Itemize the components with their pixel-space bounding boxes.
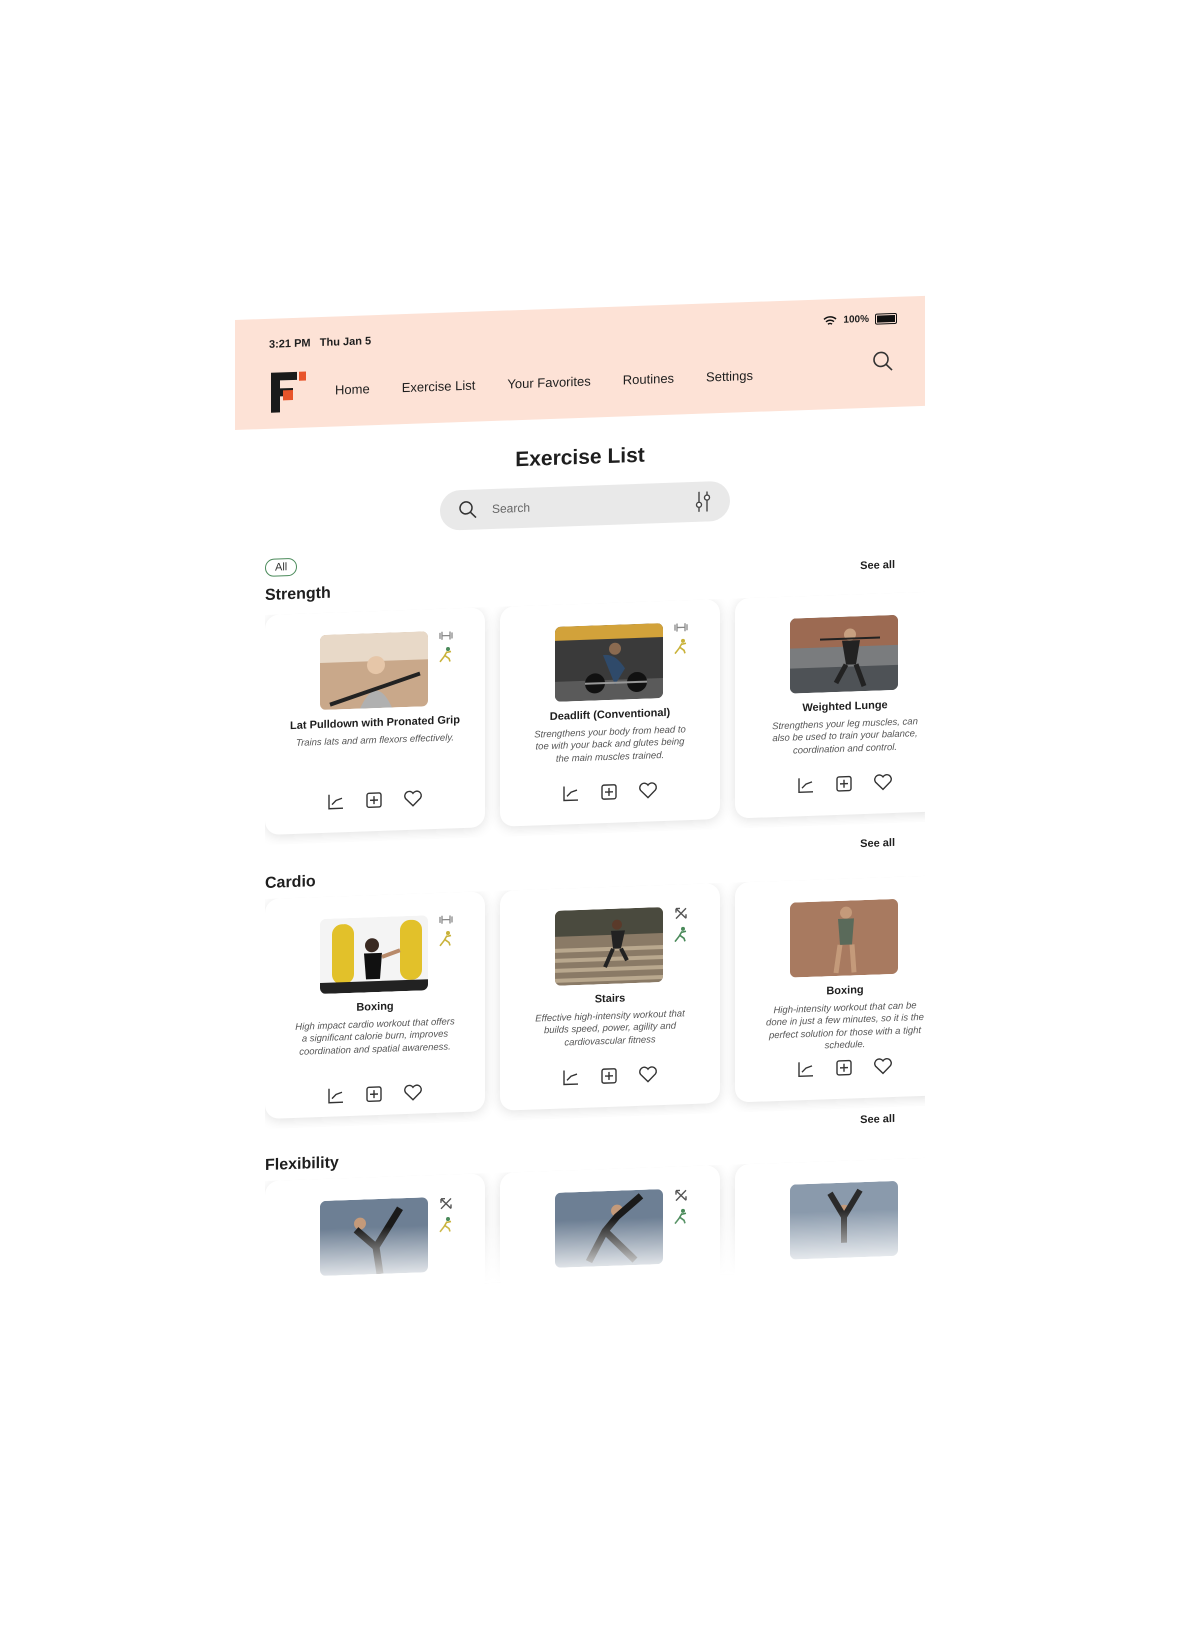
heart-icon[interactable] <box>873 773 893 792</box>
heart-icon[interactable] <box>873 1057 893 1076</box>
cardio-row: Boxing High impact cardio workout that o… <box>265 875 925 1129</box>
exercise-image <box>790 614 898 694</box>
search-placeholder: Search <box>492 500 531 517</box>
dumbbell-icon <box>439 631 453 640</box>
progress-chart-icon[interactable] <box>327 1086 345 1105</box>
card-actions <box>265 787 485 813</box>
add-to-routine-icon[interactable] <box>600 1067 618 1086</box>
crossed-arrows-icon <box>440 1197 452 1210</box>
top-header: 3:21 PM Thu Jan 5 100% Home Exercise Lis… <box>235 295 925 430</box>
see-all-strength[interactable]: See all <box>860 559 895 572</box>
progress-chart-icon[interactable] <box>797 776 815 795</box>
exercise-badges <box>439 914 453 947</box>
exercise-description: Trains lats and arm flexors effectively. <box>295 732 455 749</box>
exercise-badges <box>439 630 453 663</box>
exercise-badges <box>674 622 688 655</box>
nav-home[interactable]: Home <box>335 381 370 397</box>
nav-routines[interactable]: Routines <box>623 371 674 388</box>
add-to-routine-icon[interactable] <box>835 1058 853 1077</box>
nav-exercise-list[interactable]: Exercise List <box>402 378 476 396</box>
exercise-card[interactable]: Deadlift (Conventional) Strengthens your… <box>500 599 720 827</box>
card-actions <box>265 1081 485 1107</box>
see-all-cardio[interactable]: See all <box>860 837 895 850</box>
exercise-card[interactable]: Stairs Effective high-intensity workout … <box>500 883 720 1111</box>
search-icon[interactable] <box>871 349 895 374</box>
progress-chart-icon[interactable] <box>562 1068 580 1087</box>
exercise-name: Weighted Lunge <box>802 699 888 715</box>
progress-chart-icon[interactable] <box>562 784 580 803</box>
running-figure-icon <box>674 638 687 655</box>
dumbbell-icon <box>674 623 688 632</box>
exercise-name: Stairs <box>594 992 626 1006</box>
crossed-arrows-icon <box>675 907 687 920</box>
exercise-card[interactable]: Lat Pulldown with Pronated Grip Trains l… <box>265 607 485 835</box>
exercise-name: Boxing <box>826 984 864 998</box>
heart-icon[interactable] <box>638 781 658 800</box>
main-nav: Home Exercise List Your Favorites Routin… <box>335 368 753 398</box>
exercise-image <box>320 631 428 711</box>
add-to-routine-icon[interactable] <box>835 774 853 793</box>
progress-chart-icon[interactable] <box>327 792 345 811</box>
page-title: Exercise List <box>515 443 645 472</box>
exercise-card[interactable]: Weighted Lunge Strengthens your leg musc… <box>735 591 925 819</box>
heart-icon[interactable] <box>403 789 423 808</box>
running-figure-icon <box>674 926 687 943</box>
card-actions <box>735 771 925 797</box>
exercise-card[interactable]: Boxing High-intensity workout that can b… <box>735 875 925 1103</box>
app-logo[interactable] <box>269 369 309 414</box>
exercise-description: Strengthens your leg muscles, can also b… <box>772 716 918 757</box>
exercise-badges <box>674 906 688 943</box>
filter-chip-all[interactable]: All <box>265 557 298 577</box>
ipad-screen: 3:21 PM Thu Jan 5 100% Home Exercise Lis… <box>235 295 925 1320</box>
exercise-image <box>790 898 898 978</box>
section-title-cardio: Cardio <box>265 873 316 892</box>
battery-text: 100% <box>843 313 869 326</box>
heart-icon[interactable] <box>403 1083 423 1102</box>
card-actions <box>735 1055 925 1081</box>
exercise-name: Boxing <box>356 1000 394 1014</box>
search-input[interactable]: Search <box>440 480 730 531</box>
card-actions <box>500 779 720 805</box>
exercise-card[interactable]: Boxing High impact cardio workout that o… <box>265 891 485 1119</box>
filter-sliders-icon[interactable] <box>694 490 712 513</box>
exercise-image <box>555 907 663 986</box>
exercise-description: Effective high-intensity workout that bu… <box>535 1008 685 1049</box>
section-title-strength: Strength <box>265 584 331 604</box>
wifi-icon <box>823 316 837 325</box>
crossed-arrows-icon <box>675 1189 687 1202</box>
status-time: 3:21 PM Thu Jan 5 <box>269 335 372 351</box>
exercise-image <box>320 915 428 995</box>
heart-icon[interactable] <box>638 1065 658 1084</box>
battery-icon <box>875 312 897 325</box>
section-title-flexibility: Flexibility <box>265 1154 339 1174</box>
add-to-routine-icon[interactable] <box>365 791 383 810</box>
status-right: 100% <box>823 312 897 327</box>
exercise-description: High-intensity workout that can be done … <box>766 1000 924 1052</box>
strength-row: Lat Pulldown with Pronated Grip Trains l… <box>265 591 925 845</box>
search-icon <box>459 501 477 519</box>
running-figure-icon <box>439 647 452 663</box>
add-to-routine-icon[interactable] <box>365 1085 383 1104</box>
card-actions <box>500 1063 720 1089</box>
nav-settings[interactable]: Settings <box>706 368 753 385</box>
exercise-description: High impact cardio workout that offers a… <box>295 1016 455 1058</box>
exercise-image <box>555 623 663 702</box>
running-figure-icon <box>439 931 452 947</box>
dumbbell-icon <box>439 915 453 924</box>
add-to-routine-icon[interactable] <box>600 783 618 802</box>
exercise-name: Lat Pulldown with Pronated Grip <box>290 714 460 733</box>
see-all-flexibility[interactable]: See all <box>860 1113 895 1126</box>
exercise-description: Strengthens your body from head to toe w… <box>534 724 686 765</box>
exercise-name: Deadlift (Conventional) <box>549 706 671 724</box>
nav-your-favorites[interactable]: Your Favorites <box>507 374 590 392</box>
flexibility-row <box>265 1157 925 1291</box>
progress-chart-icon[interactable] <box>797 1060 815 1079</box>
